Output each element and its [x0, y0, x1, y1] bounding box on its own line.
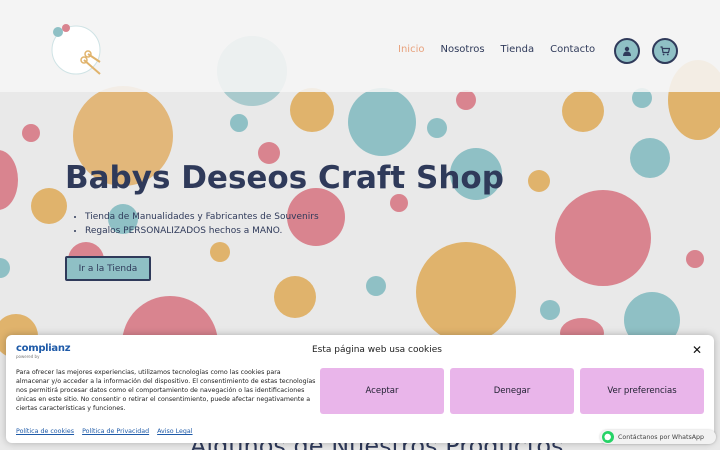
cookie-banner-title: Esta página web usa cookies	[312, 345, 442, 355]
close-icon[interactable]: ✕	[692, 343, 702, 357]
cookie-policy-link[interactable]: Política de cookies	[16, 428, 74, 435]
decor-dot	[456, 90, 476, 110]
whatsapp-contact-button[interactable]: Contáctanos por WhatsApp	[600, 430, 716, 444]
decor-dot	[630, 138, 670, 178]
decor-dot	[555, 190, 651, 286]
cart-button[interactable]	[652, 38, 678, 64]
cookie-links: Política de cookies Política de Privacid…	[16, 428, 199, 435]
decor-dot	[290, 88, 334, 132]
nav-item-contacto[interactable]: Contacto	[550, 44, 595, 55]
decor-dot	[427, 118, 447, 138]
privacy-policy-link[interactable]: Política de Privacidad	[82, 428, 149, 435]
decor-dot	[274, 276, 316, 318]
legal-notice-link[interactable]: Aviso Legal	[157, 428, 192, 435]
nav-item-tienda[interactable]: Tienda	[501, 44, 535, 55]
decor-dot	[562, 90, 604, 132]
cookie-preferences-button[interactable]: Ver preferencias	[580, 368, 704, 414]
hero-bullets: Tienda de Manualidades y Fabricantes de …	[85, 212, 319, 240]
cookie-banner-text: Para ofrecer las mejores experiencias, u…	[16, 369, 316, 412]
cart-icon	[660, 46, 670, 56]
whatsapp-icon	[602, 431, 614, 443]
decor-dot	[390, 194, 408, 212]
decor-dot	[22, 124, 40, 142]
nav-item-inicio[interactable]: Inicio	[398, 44, 424, 55]
shop-cta-button[interactable]: Ir a la Tienda	[65, 256, 151, 281]
accept-cookies-button[interactable]: Aceptar	[320, 368, 444, 414]
hero-bullet: Tienda de Manualidades y Fabricantes de …	[85, 212, 319, 222]
complianz-logo: complianz powered by	[16, 343, 71, 359]
complianz-powered: powered by	[16, 354, 40, 359]
decor-dot	[0, 258, 10, 278]
decor-dot	[416, 242, 516, 342]
decor-dot	[366, 276, 386, 296]
decor-dot	[348, 88, 416, 156]
decor-dot	[0, 150, 18, 210]
decor-dot	[528, 170, 550, 192]
main-nav: Inicio Nosotros Tienda Contacto	[398, 44, 611, 55]
account-button[interactable]	[614, 38, 640, 64]
site-logo[interactable]	[44, 16, 108, 80]
whatsapp-label: Contáctanos por WhatsApp	[618, 433, 705, 441]
nav-item-nosotros[interactable]: Nosotros	[440, 44, 484, 55]
decor-dot	[686, 250, 704, 268]
hero-bullet: Regalos PERSONALIZADOS hechos a MANO.	[85, 226, 319, 236]
decor-dot	[230, 114, 248, 132]
cookie-banner: complianz powered by Esta página web usa…	[6, 335, 714, 443]
complianz-brand: complianz	[16, 343, 71, 354]
user-icon	[623, 46, 631, 56]
decor-dot	[540, 300, 560, 320]
hero-title: Babys Deseos Craft Shop	[65, 160, 504, 196]
decor-dot	[31, 188, 67, 224]
decor-dot	[210, 242, 230, 262]
site-header: Inicio Nosotros Tienda Contacto	[0, 0, 720, 92]
deny-cookies-button[interactable]: Denegar	[450, 368, 574, 414]
